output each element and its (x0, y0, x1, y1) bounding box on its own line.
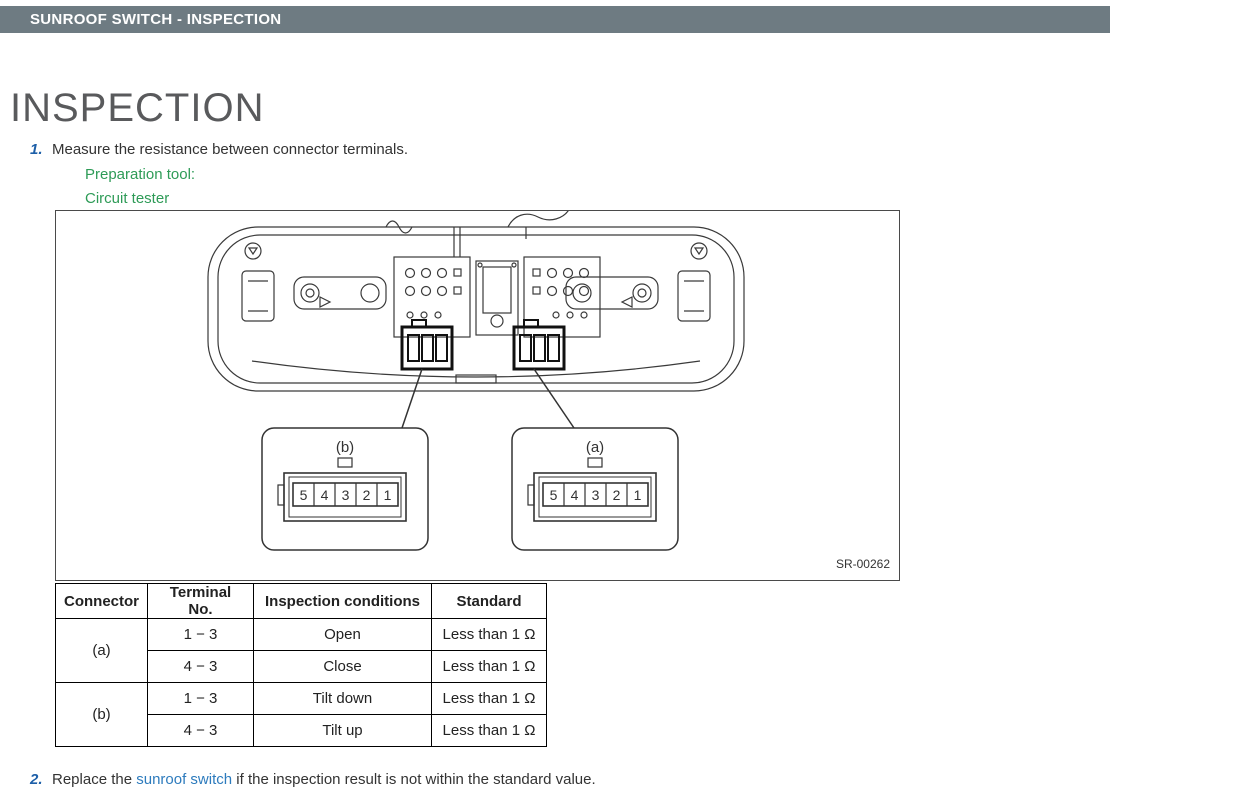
step-2-text-before: Replace the (52, 771, 136, 788)
condition-cell: Close (254, 651, 432, 683)
table-row: (a) 1 − 3 Open Less than 1 Ω (56, 619, 547, 651)
console-illustration (208, 211, 744, 391)
col-header-standard: Standard (432, 584, 547, 619)
sunroof-switch-diagram: (b) 5 4 3 2 1 (a) (56, 211, 899, 580)
svg-text:5: 5 (550, 487, 558, 503)
svg-text:1: 1 (634, 487, 642, 503)
svg-text:2: 2 (363, 487, 371, 503)
step-2-text-after: if the inspection result is not within t… (232, 771, 596, 788)
terminal-cell: 4 − 3 (148, 651, 254, 683)
standard-cell: Less than 1 Ω (432, 619, 547, 651)
svg-text:4: 4 (571, 487, 579, 503)
standard-cell: Less than 1 Ω (432, 651, 547, 683)
condition-cell: Open (254, 619, 432, 651)
condition-cell: Tilt down (254, 683, 432, 715)
page-title: INSPECTION (10, 86, 264, 130)
svg-text:3: 3 (342, 487, 350, 503)
terminal-cell: 1 − 3 (148, 683, 254, 715)
callout-a-label: (a) (586, 439, 604, 456)
console-connector-blocks (402, 320, 564, 369)
preparation-tool-value: Circuit tester (85, 190, 169, 207)
step-2: 2.Replace the sunroof switch if the insp… (30, 771, 596, 788)
callout-b-label: (b) (336, 439, 354, 456)
condition-cell: Tilt up (254, 715, 432, 747)
terminal-cell: 1 − 3 (148, 619, 254, 651)
step-1: 1.Measure the resistance between connect… (30, 141, 408, 158)
svg-text:2: 2 (613, 487, 621, 503)
preparation-tool-label: Preparation tool: (85, 166, 195, 183)
figure-box: (b) 5 4 3 2 1 (a) (55, 210, 900, 581)
step-1-number: 1. (30, 141, 52, 158)
svg-text:1: 1 (384, 487, 392, 503)
col-header-connector: Connector (56, 584, 148, 619)
callout-a: (a) 5 4 3 2 1 (512, 428, 678, 550)
col-header-terminal: Terminal No. (148, 584, 254, 619)
step-1-text: Measure the resistance between connector… (52, 141, 408, 158)
connector-a-cell: (a) (56, 619, 148, 683)
callout-b: (b) 5 4 3 2 1 (262, 428, 428, 550)
col-header-conditions: Inspection conditions (254, 584, 432, 619)
leader-line-b (402, 369, 422, 428)
connector-b-cell: (b) (56, 683, 148, 747)
page-header-bar: SUNROOF SWITCH - INSPECTION (0, 6, 1110, 33)
svg-text:3: 3 (592, 487, 600, 503)
standard-cell: Less than 1 Ω (432, 715, 547, 747)
svg-text:5: 5 (300, 487, 308, 503)
figure-code: SR-00262 (836, 557, 890, 571)
leader-line-a (534, 369, 574, 428)
inspection-table: Connector Terminal No. Inspection condit… (55, 583, 547, 747)
step-2-number: 2. (30, 771, 52, 788)
table-header-row: Connector Terminal No. Inspection condit… (56, 584, 547, 619)
terminal-cell: 4 − 3 (148, 715, 254, 747)
sunroof-switch-link[interactable]: sunroof switch (136, 771, 232, 788)
standard-cell: Less than 1 Ω (432, 683, 547, 715)
svg-text:4: 4 (321, 487, 329, 503)
table-row: (b) 1 − 3 Tilt down Less than 1 Ω (56, 683, 547, 715)
page-header-title: SUNROOF SWITCH - INSPECTION (30, 11, 281, 28)
